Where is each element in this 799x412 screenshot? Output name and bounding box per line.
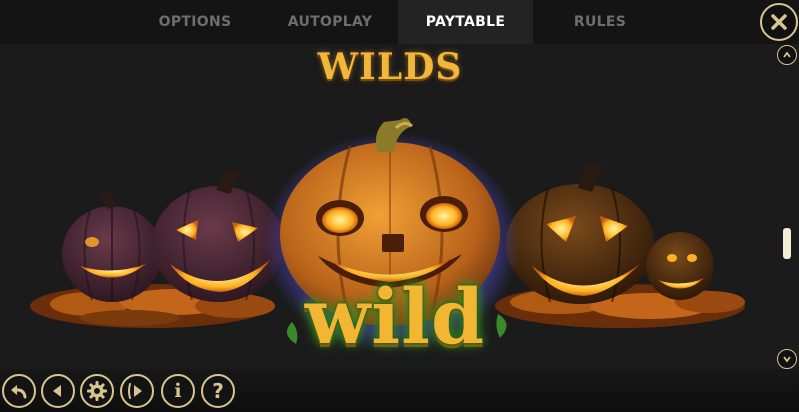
- previous-icon: [53, 385, 61, 397]
- next-icon: [128, 383, 142, 399]
- chevron-down-icon: [783, 356, 791, 363]
- tab-bar: OPTIONS AUTOPLAY PAYTABLE RULES: [0, 0, 799, 44]
- info-button[interactable]: i: [161, 374, 195, 408]
- info-icon: i: [174, 379, 182, 402]
- wild-symbol-label: wild: [270, 272, 520, 361]
- help-button[interactable]: ?: [201, 374, 235, 408]
- paytable-content: WILDS wild: [0, 44, 799, 369]
- tab-autoplay[interactable]: AUTOPLAY: [265, 0, 395, 44]
- chevron-up-icon: [783, 51, 791, 58]
- scrollbar-thumb[interactable]: [783, 228, 791, 259]
- scroll-down-button[interactable]: [777, 349, 797, 369]
- settings-button[interactable]: [80, 374, 114, 408]
- previous-page-button[interactable]: [41, 374, 75, 408]
- tab-options[interactable]: OPTIONS: [135, 0, 255, 44]
- back-arrow-icon: [11, 385, 27, 399]
- settings-gear-icon: [87, 381, 107, 401]
- close-button[interactable]: [760, 3, 798, 41]
- back-button[interactable]: [2, 374, 36, 408]
- close-icon: [771, 14, 787, 30]
- pumpkin-far-right: [646, 232, 714, 300]
- pumpkin-right: [506, 162, 654, 304]
- tab-paytable[interactable]: PAYTABLE: [398, 0, 533, 44]
- pumpkin-far-left: [62, 192, 162, 302]
- help-icon: ?: [212, 379, 224, 403]
- tab-rules[interactable]: RULES: [540, 0, 660, 44]
- scroll-up-button[interactable]: [777, 45, 797, 65]
- wild-label-text: wild: [304, 271, 486, 361]
- next-page-button[interactable]: [120, 374, 154, 408]
